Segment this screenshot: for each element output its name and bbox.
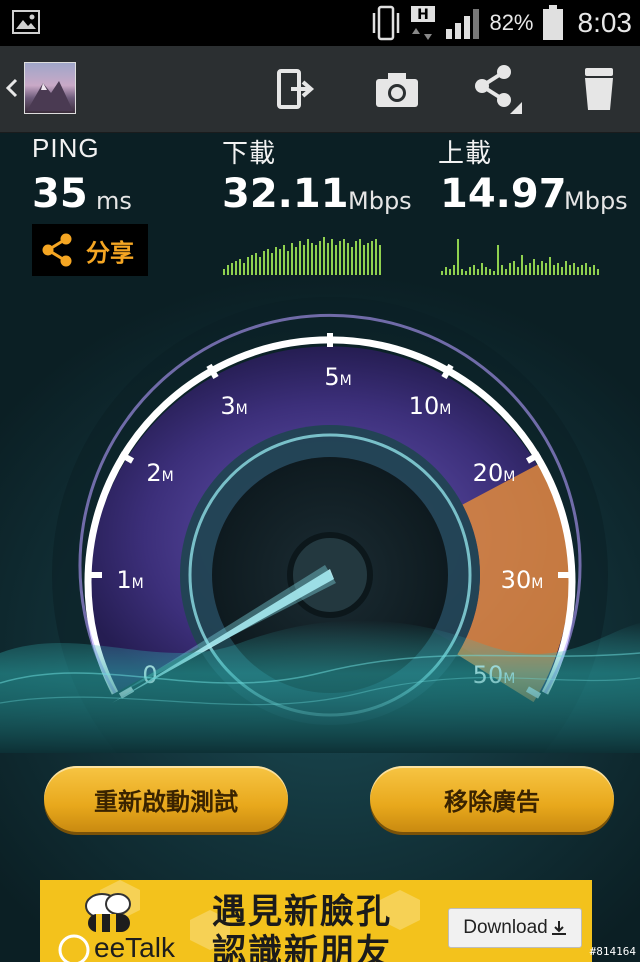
status-icons: H 82% 8:03 — [371, 0, 632, 46]
download-label: 下載 — [222, 138, 277, 168]
ad-headline-2: 認識新朋友 — [212, 932, 392, 962]
share-result-button[interactable]: 分享 — [32, 224, 148, 276]
upload-label: 上載 — [438, 138, 493, 168]
back-chevron-icon[interactable] — [4, 70, 20, 106]
camera-button[interactable] — [370, 62, 424, 116]
watermark-text: #814164 — [589, 945, 636, 958]
speedtest-main: PING 35 ms 下載 32.11 Mbps 上載 14.97 Mbps 分… — [0, 133, 640, 962]
ping-value: 35 — [32, 171, 88, 217]
action-bar — [0, 46, 640, 133]
battery-icon — [542, 5, 563, 40]
download-icon — [551, 921, 566, 935]
upload-unit: Mbps — [564, 187, 628, 215]
mountain-image — [27, 81, 73, 111]
upload-value: 14.97 — [440, 171, 567, 217]
speed-gauge: 0 1M 2M 3M 5M 10M 20M 30M 50M — [0, 297, 640, 753]
share-icon — [475, 65, 522, 114]
gallery-icon — [12, 10, 40, 34]
upload-sparkline — [441, 239, 599, 275]
ping-unit: ms — [96, 187, 132, 215]
delete-button[interactable] — [572, 62, 626, 116]
vibrate-icon — [373, 5, 400, 41]
network-type-text: H — [418, 7, 430, 23]
status-time: 8:03 — [577, 7, 633, 38]
share-small-icon — [42, 233, 72, 267]
download-unit: Mbps — [348, 187, 412, 215]
camera-icon — [376, 73, 418, 107]
signal-icon — [446, 9, 480, 39]
share-result-label: 分享 — [86, 238, 134, 267]
status-bar: H 82% 8:03 — [0, 0, 640, 46]
battery-percent: 82% — [489, 10, 534, 35]
download-sparkline — [223, 237, 381, 275]
network-h-icon: H — [411, 6, 436, 40]
download-value: 32.11 — [222, 171, 349, 217]
ping-label: PING — [32, 133, 100, 163]
remove-ads-button[interactable]: 移除廣告 — [370, 766, 614, 832]
trash-icon — [585, 68, 613, 110]
ad-download-label: Download — [463, 917, 548, 938]
exit-app-icon — [277, 69, 315, 109]
ad-brand-text: eeTalk — [94, 932, 175, 962]
result-thumbnail[interactable] — [24, 62, 76, 114]
restart-test-button[interactable]: 重新啟動測試 — [44, 766, 288, 832]
ad-banner[interactable]: eeTalk 遇見新臉孔 認識新朋友 Download — [40, 880, 592, 962]
share-button-top[interactable] — [470, 62, 524, 116]
ad-download-button[interactable]: Download — [448, 908, 582, 948]
exit-app-button[interactable] — [268, 62, 322, 116]
